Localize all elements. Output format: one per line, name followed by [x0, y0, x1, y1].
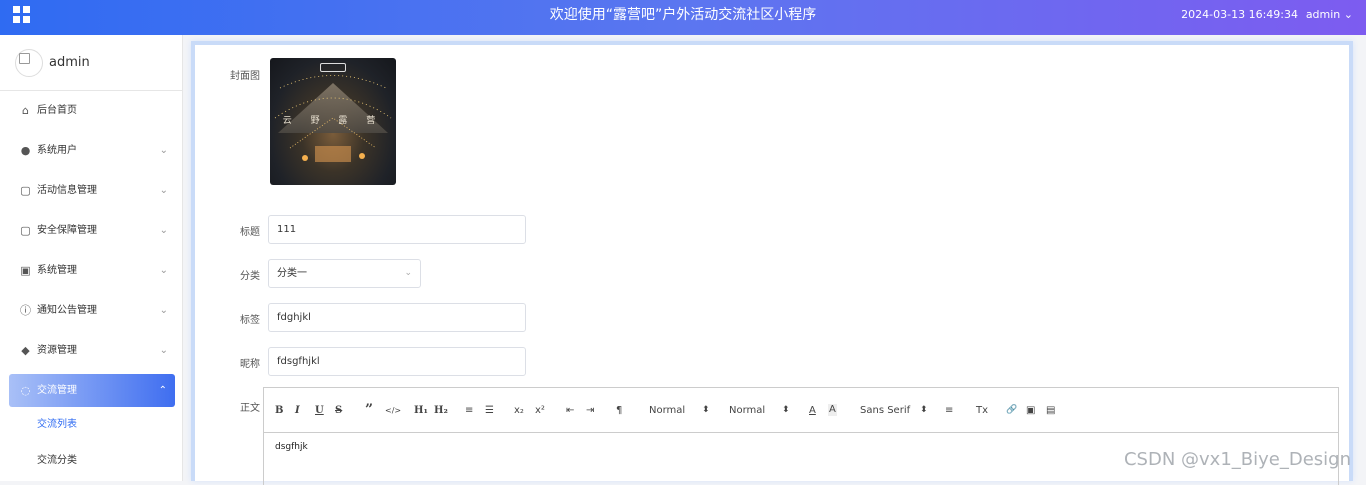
nickname-label: 昵称	[240, 359, 260, 370]
bold-button[interactable]: B	[275, 388, 283, 433]
sidebar-item-label: 系统管理	[37, 265, 77, 276]
strike-button[interactable]: S	[335, 388, 342, 433]
logo-badge	[320, 63, 346, 72]
chevron-down-icon: ⌄	[159, 145, 168, 156]
user-name: admin	[1305, 8, 1341, 21]
sidebar-subitem-exchange-category[interactable]: 交流分类	[0, 443, 182, 479]
user-icon: ●	[20, 144, 31, 157]
h1-button[interactable]: H₁	[414, 388, 428, 433]
updown-icon: ⬍	[702, 405, 710, 415]
sidebar-item-resources[interactable]: ◆ 资源管理 ⌄	[0, 331, 182, 371]
h2-button[interactable]: H₂	[434, 388, 448, 433]
category-select[interactable]: 分类一 ⌄	[268, 259, 421, 288]
sidebar-item-home[interactable]: ⌂ 后台首页	[0, 91, 182, 131]
italic-button[interactable]: I	[295, 388, 300, 433]
watermark: CSDN @vx1_Biye_Design	[1123, 449, 1351, 470]
tag-input[interactable]: fdghjkl	[268, 303, 526, 332]
doc-icon: ▢	[20, 224, 31, 237]
underline-button[interactable]: U	[315, 388, 324, 433]
sidebar-item-exchange[interactable]: ◌ 交流管理 ⌃	[9, 374, 175, 407]
category-value: 分类一	[277, 268, 307, 279]
title-label: 标题	[240, 227, 260, 238]
chat-icon: ◌	[20, 384, 31, 397]
sidebar-item-safety[interactable]: ▢ 安全保障管理 ⌄	[0, 211, 182, 251]
chevron-down-icon: ⌄	[159, 265, 168, 276]
chevron-down-icon: ⌄	[404, 268, 412, 278]
sidebar-item-label: 通知公告管理	[37, 305, 97, 316]
chevron-down-icon: ⌄	[159, 305, 168, 316]
cover-image[interactable]: 云 野 露 营	[270, 58, 396, 185]
sidebar-item-activity[interactable]: ▢ 活动信息管理 ⌄	[0, 171, 182, 211]
rich-text-editor[interactable]: B I U S ” </> H₁ H₂ ≡ ☰ x₂ x² ⇤ ⇥ ¶ Norm…	[263, 387, 1339, 485]
content-label: 正文	[240, 403, 260, 414]
outdent-icon[interactable]: ⇤	[566, 388, 574, 433]
subscript-button[interactable]: x₂	[514, 388, 524, 433]
sidebar-item-label: 资源管理	[37, 345, 77, 356]
doc-icon: ▢	[20, 184, 31, 197]
updown-icon: ⬍	[782, 405, 790, 415]
sidebar-profile: admin	[0, 35, 182, 91]
app-title: 欢迎使用“露营吧”户外活动交流社区小程序	[549, 7, 817, 23]
superscript-button[interactable]: x²	[535, 388, 545, 433]
header-select[interactable]: Normal	[729, 388, 765, 433]
link-icon[interactable]: 🔗	[1006, 388, 1017, 433]
sidebar-item-system[interactable]: ▣ 系统管理 ⌄	[0, 251, 182, 291]
sidebar-item-label: 活动信息管理	[37, 185, 97, 196]
sidebar-item-label: 安全保障管理	[37, 225, 97, 236]
top-header: 欢迎使用“露营吧”户外活动交流社区小程序 2024-03-13 16:49:34…	[0, 0, 1366, 35]
sidebar-item-label: 交流管理	[37, 385, 77, 396]
size-select[interactable]: Normal	[649, 388, 685, 433]
user-menu[interactable]: admin ⌄	[1306, 0, 1353, 30]
profile-name: admin	[49, 55, 90, 70]
sidebar-subitem-exchange-list[interactable]: 交流列表	[0, 407, 182, 443]
sidebar-item-notice[interactable]: ⓘ 通知公告管理 ⌄	[0, 291, 182, 331]
chevron-down-icon: ⌄	[159, 345, 168, 356]
sidebar-item-users[interactable]: ● 系统用户 ⌄	[0, 131, 182, 171]
pin-icon: ◆	[21, 344, 30, 357]
quote-icon[interactable]: ”	[365, 388, 373, 433]
sidebar: admin ⌂ 后台首页 ● 系统用户 ⌄ ▢ 活动信息管理 ⌄ ▢ 安全保障管…	[0, 35, 183, 481]
home-icon: ⌂	[22, 104, 29, 117]
info-icon: ⓘ	[20, 304, 31, 317]
bullet-list-icon[interactable]: ☰	[485, 388, 494, 433]
align-icon[interactable]: ≡	[945, 388, 953, 433]
clean-format-icon[interactable]: Tx	[976, 388, 988, 433]
font-select[interactable]: Sans Serif	[860, 388, 910, 433]
avatar	[15, 49, 43, 77]
video-icon[interactable]: ▤	[1046, 388, 1055, 433]
tag-label: 标签	[240, 315, 260, 326]
nickname-input[interactable]: fdsgfhjkl	[268, 347, 526, 376]
image-icon: ▣	[20, 264, 31, 277]
sidebar-item-label: 后台首页	[37, 105, 77, 116]
cover-text: 云 野 露 营	[282, 116, 384, 126]
image-icon[interactable]: ▣	[1026, 388, 1035, 433]
sidebar-item-label: 系统用户	[37, 145, 77, 156]
background-color-icon[interactable]: A	[828, 404, 837, 416]
ordered-list-icon[interactable]: ≡	[465, 388, 473, 433]
category-label: 分类	[240, 271, 260, 282]
chevron-down-icon: ⌄	[159, 185, 168, 196]
indent-icon[interactable]: ⇥	[586, 388, 594, 433]
updown-icon: ⬍	[920, 405, 928, 415]
chevron-down-icon: ⌄	[159, 225, 168, 236]
direction-icon[interactable]: ¶	[616, 388, 622, 433]
chevron-down-icon: ⌄	[1343, 8, 1353, 21]
header-datetime: 2024-03-13 16:49:34	[1181, 8, 1298, 21]
cover-label: 封面图	[230, 71, 260, 82]
title-input[interactable]: 111	[268, 215, 526, 244]
editor-toolbar: B I U S ” </> H₁ H₂ ≡ ☰ x₂ x² ⇤ ⇥ ¶ Norm…	[264, 388, 1338, 433]
font-color-icon[interactable]: A	[809, 388, 816, 433]
form-panel: 封面图 云 野 露 营 标题 111 分类 分类一 ⌄ 标签 fdghjkl 昵…	[191, 41, 1353, 485]
code-icon[interactable]: </>	[385, 388, 401, 433]
chevron-up-icon: ⌃	[158, 385, 167, 396]
